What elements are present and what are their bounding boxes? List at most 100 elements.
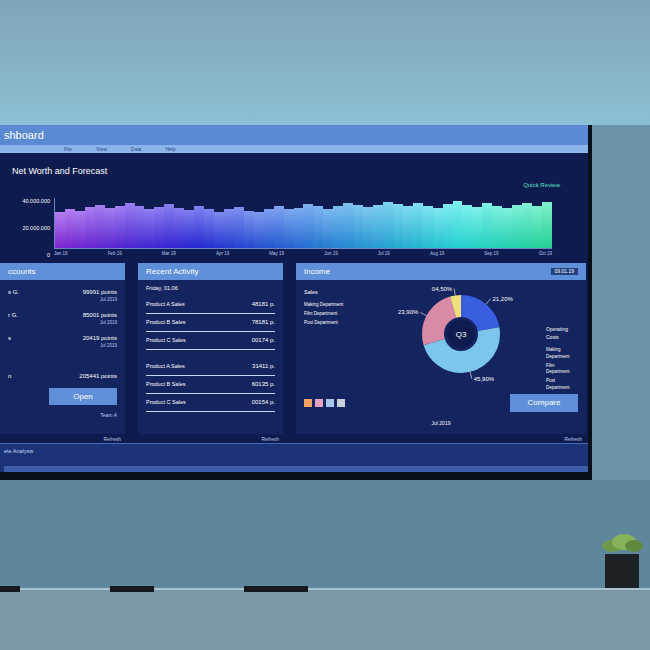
panels: ccountss G.99991 pointsJul 2019r G.85001… xyxy=(0,263,588,443)
desk-device xyxy=(110,586,154,592)
status-bar: ete Analysis xyxy=(0,443,588,472)
svg-text:23,90%: 23,90% xyxy=(398,309,419,315)
x-tick: Jun 19 xyxy=(324,251,338,258)
color-swatch xyxy=(337,399,345,407)
chart-bar xyxy=(184,210,194,248)
chart-bar xyxy=(95,205,105,249)
slice-label: 04,50% xyxy=(432,286,455,296)
chart-bar xyxy=(204,209,214,249)
menu-item[interactable]: File xyxy=(64,145,72,153)
menu-item[interactable]: Data xyxy=(131,145,142,153)
income-panel: Income09.01.19SalesMaking DepartmentFilm… xyxy=(296,263,588,443)
slice-label: 23,90% xyxy=(398,309,427,315)
refresh-link[interactable]: Refresh xyxy=(261,436,279,444)
chart-bar xyxy=(482,203,492,248)
cost-item: Making Department xyxy=(546,347,578,361)
activity-row[interactable]: Product A Sales48181 p. xyxy=(146,296,275,314)
y-axis: 40.000.00020.000.0000 xyxy=(12,198,50,258)
chart-bar xyxy=(154,207,164,248)
refresh-link[interactable]: Refresh xyxy=(564,436,582,444)
account-row[interactable]: r G.85001 pointsJul 2019 xyxy=(8,311,117,327)
chart-bar xyxy=(462,205,472,249)
menu-bar: File View Data Help xyxy=(0,145,588,153)
chart-bar xyxy=(174,208,184,249)
activity-group: Product A Sales31411 p.Product B Sales60… xyxy=(146,358,275,412)
income-header: Income09.01.19 xyxy=(296,263,586,280)
color-swatch xyxy=(326,399,334,407)
chart-bar xyxy=(453,201,463,248)
status-text: ete Analysis xyxy=(4,447,588,455)
activity-row[interactable]: Product C Sales00174 p. xyxy=(146,332,275,350)
chart-bar xyxy=(393,204,403,248)
photo: shboardFileViewDataHelpNet Worth and For… xyxy=(0,0,650,650)
chart-bar xyxy=(443,204,453,248)
slice-label: 21,20% xyxy=(486,296,514,304)
chart-bar xyxy=(472,207,482,248)
color-swatch xyxy=(315,399,323,407)
income-period: Jul 2019 xyxy=(432,420,451,428)
activity-group: Friday, 01.06Product A Sales48181 p.Prod… xyxy=(146,284,275,350)
operating-costs: Operating CostsMaking DepartmentFilm Dep… xyxy=(546,284,578,392)
activity-row[interactable]: Product B Sales78181 p. xyxy=(146,314,275,332)
refresh-link[interactable]: Refresh xyxy=(103,436,121,444)
tv-row: shboardFileViewDataHelpNet Worth and For… xyxy=(0,125,650,480)
x-tick: Sep 19 xyxy=(484,251,498,258)
chart-bar xyxy=(413,203,423,248)
menu-item[interactable]: View xyxy=(96,145,107,153)
y-tick: 20.000.000 xyxy=(22,225,50,231)
color-swatch xyxy=(304,399,312,407)
donut-chart: Q321,20%45,90%23,90%04,50% xyxy=(376,284,546,384)
chart-bar xyxy=(403,206,413,248)
donut-slice xyxy=(433,306,489,362)
chart-bar xyxy=(85,207,95,248)
activity-row[interactable]: Product A Sales31411 p. xyxy=(146,358,275,376)
account-row[interactable]: s20419 pointsJul 2019 xyxy=(8,334,117,350)
donut-slice xyxy=(433,306,489,362)
income-date: 09.01.19 xyxy=(551,268,578,276)
desk xyxy=(0,588,650,650)
slice-label: 45,90% xyxy=(470,372,495,382)
app-title: shboard xyxy=(4,127,44,144)
wall-top xyxy=(0,0,650,125)
accounts-panel: ccountss G.99991 pointsJul 2019r G.85001… xyxy=(0,263,125,443)
chart-bar xyxy=(234,207,244,248)
chart-bar xyxy=(75,211,85,249)
x-axis: Jan 19Feb 19Mar 19Apr 19May 19Jun 19Jul … xyxy=(54,249,552,258)
donut-hole xyxy=(447,320,475,348)
dashboard-screen: shboardFileViewDataHelpNet Worth and For… xyxy=(0,125,588,472)
x-tick: Jan 19 xyxy=(54,251,68,258)
account-row[interactable]: s G.99991 pointsJul 2019 xyxy=(8,288,117,304)
chart-bar xyxy=(294,208,304,249)
chart-bar xyxy=(423,206,433,249)
chart-bar xyxy=(274,206,284,248)
plant-leaves-icon xyxy=(600,532,644,554)
chart-bar xyxy=(343,203,353,249)
x-tick: Oct 19 xyxy=(539,251,552,258)
cost-item: Film Department xyxy=(546,363,578,377)
desk-device xyxy=(0,586,20,592)
chart-bar xyxy=(135,206,145,248)
team-label: Team A xyxy=(100,412,117,420)
quick-review-link[interactable]: Quick Review xyxy=(523,181,560,190)
chart-bar xyxy=(323,209,333,249)
activity-row[interactable]: Product C Sales00154 p. xyxy=(146,394,275,412)
activity-panel: Recent ActivityFriday, 01.06Product A Sa… xyxy=(138,263,283,443)
wall-bottom xyxy=(0,480,650,588)
chart-bar xyxy=(383,202,393,249)
wall-right xyxy=(592,125,650,480)
x-tick: Apr 19 xyxy=(216,251,229,258)
chart-bars xyxy=(54,198,552,249)
open-button[interactable]: Open xyxy=(49,388,117,405)
activity-row[interactable]: Product B Sales60135 p. xyxy=(146,376,275,394)
chart-bar xyxy=(105,208,115,249)
compare-button[interactable]: Compare xyxy=(510,394,578,412)
legend-item: Making Department xyxy=(304,302,376,309)
chart-bar xyxy=(303,204,313,248)
chart-bar xyxy=(164,204,174,248)
menu-item[interactable]: Help xyxy=(165,145,175,153)
tv: shboardFileViewDataHelpNet Worth and For… xyxy=(0,125,592,480)
svg-text:45,90%: 45,90% xyxy=(474,376,495,382)
plant xyxy=(600,532,644,588)
donut-slice xyxy=(433,306,489,362)
x-tick: Feb 19 xyxy=(108,251,122,258)
